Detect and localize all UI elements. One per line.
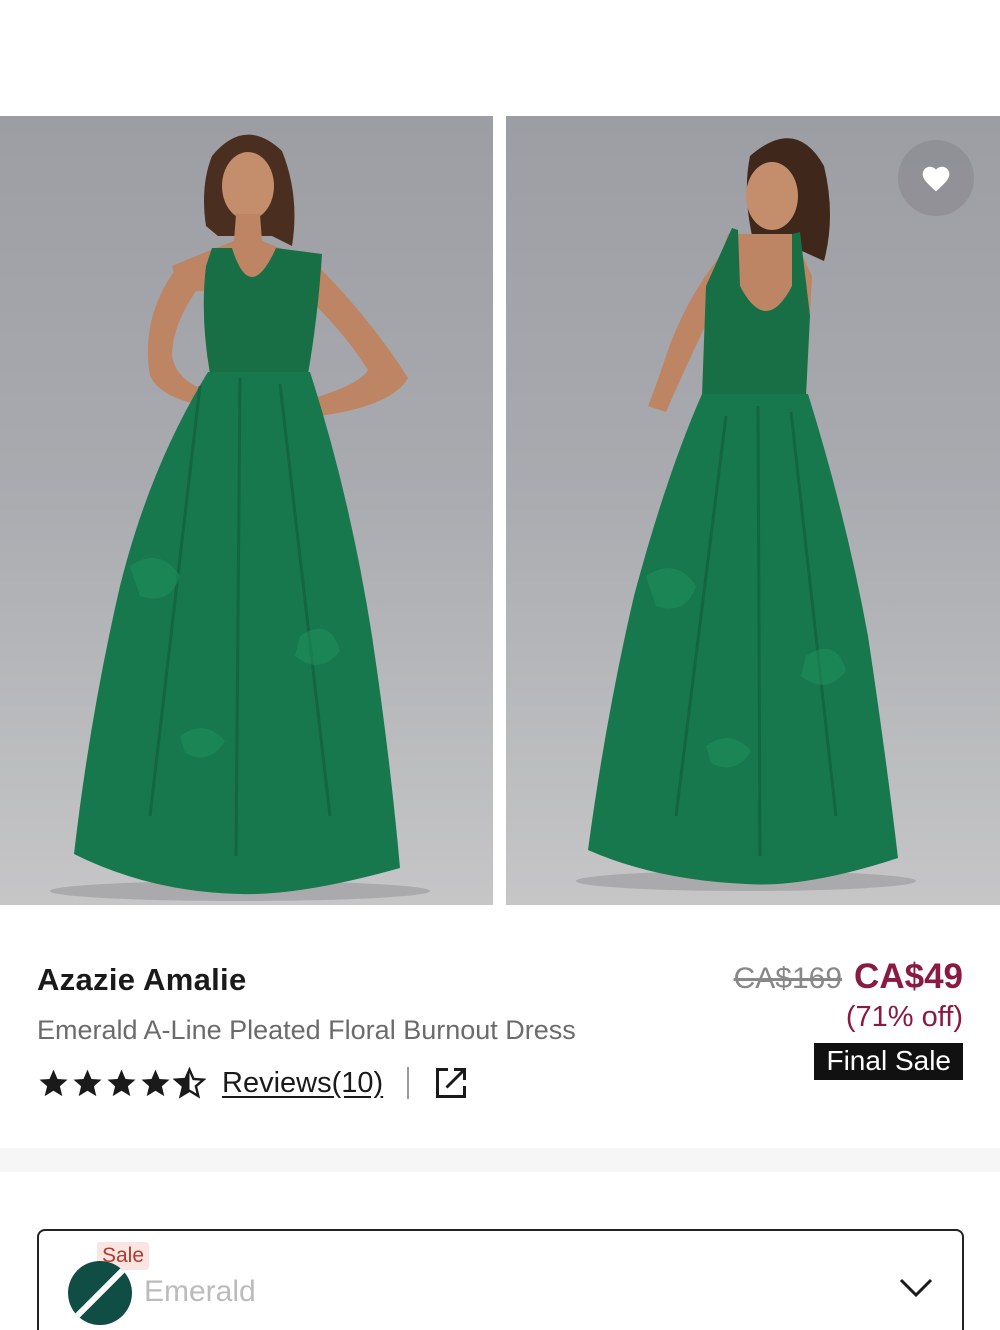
product-brand: Azazie Amalie [37,962,247,997]
star-rating [37,1067,206,1099]
product-name: Emerald A-Line Pleated Floral Burnout Dr… [37,1015,576,1045]
heart-icon [922,166,950,192]
star-full-icon [141,1069,170,1097]
discount-label: (71% off) [845,1001,963,1033]
star-full-icon [107,1069,136,1097]
color-dropdown[interactable]: Sale Emerald [37,1229,964,1330]
divider [407,1067,410,1099]
star-full-icon [39,1069,68,1097]
sale-price: CA$49 [854,957,963,996]
product-image-gallery[interactable] [0,116,1000,905]
top-header-area [0,0,1000,116]
section-divider [0,1148,1000,1172]
dress-back-photo[interactable] [506,116,1000,905]
color-value: Emerald [144,1275,256,1308]
wishlist-button[interactable] [898,140,974,216]
price-block: CA$169 CA$49 (71% off) Final Sale [734,957,963,1080]
original-price: CA$169 [733,962,843,995]
reviews-link[interactable]: Reviews(10) [222,1067,383,1100]
chevron-down-icon [898,1277,934,1304]
final-sale-badge: Final Sale [814,1043,963,1080]
star-full-icon [73,1069,102,1097]
product-info-section: Azazie Amalie Emerald A-Line Pleated Flo… [0,905,1000,1148]
star-half-icon [173,1067,206,1099]
color-swatch [68,1261,132,1325]
share-icon[interactable] [433,1065,469,1101]
dress-front-photo[interactable] [0,116,493,905]
rating-row: Reviews(10) [37,1063,469,1103]
